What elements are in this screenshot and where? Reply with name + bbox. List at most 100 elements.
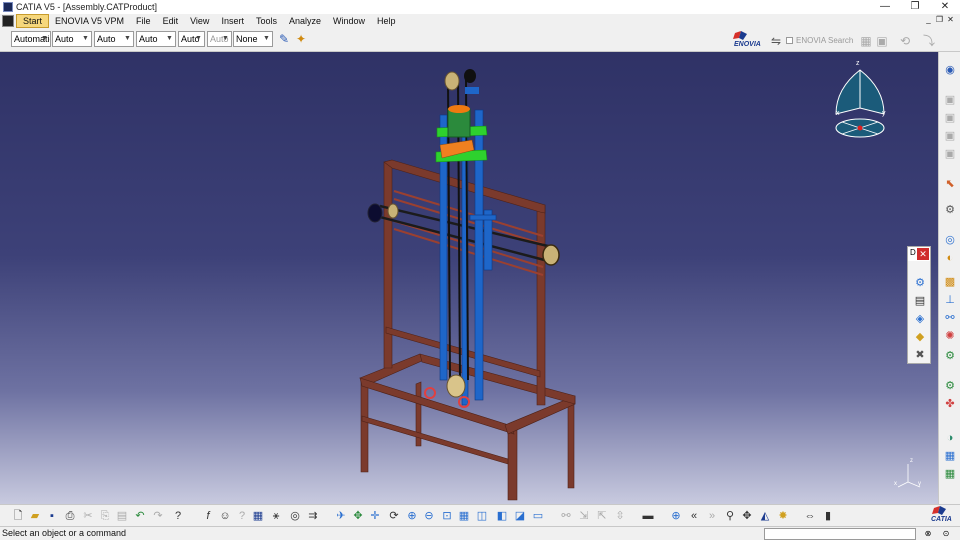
formula-icon[interactable]: f: [200, 508, 216, 524]
enovia-connect-icon[interactable]: ⇋: [768, 33, 784, 49]
line-type-combo[interactable]: Auto ▼: [136, 31, 176, 47]
new-product-icon[interactable]: ▣: [942, 110, 958, 126]
run-command-button[interactable]: ⊙: [940, 528, 952, 540]
print-icon[interactable]: ⎙: [62, 508, 78, 524]
snap-icon[interactable]: ▤: [912, 293, 928, 309]
doc-minimize-button[interactable]: _: [923, 14, 934, 26]
fix-icon[interactable]: ⚯: [942, 310, 958, 326]
doc-restore-button[interactable]: ❐: [934, 14, 945, 26]
knowledge-icon[interactable]: ?: [234, 508, 250, 524]
menu-start[interactable]: Start: [16, 14, 50, 28]
new-file-icon[interactable]: 🗋: [10, 508, 26, 524]
light-icon[interactable]: ✸: [775, 508, 791, 524]
analysis-icon[interactable]: ▦: [942, 448, 958, 464]
fix-together-icon[interactable]: ✺: [942, 328, 958, 344]
menu-edit[interactable]: Edit: [157, 14, 185, 28]
open-file-icon[interactable]: ▰: [27, 508, 43, 524]
enovia-help-icon[interactable]: ⤵: [921, 33, 937, 49]
shading-icon[interactable]: ◧: [494, 508, 510, 524]
measure-icon[interactable]: ▦: [942, 466, 958, 482]
compass[interactable]: z x y: [828, 60, 892, 146]
select-icon[interactable]: ⬉: [942, 176, 958, 192]
sweep-icon[interactable]: ◑: [942, 430, 958, 446]
menu-help[interactable]: Help: [371, 14, 402, 28]
format-painter-icon[interactable]: ✎: [276, 31, 292, 47]
close-button[interactable]: ✕: [930, 0, 960, 14]
rotate-icon[interactable]: ⟳: [386, 508, 402, 524]
measure-between-icon[interactable]: ⇲: [576, 508, 592, 524]
zoom-out-icon[interactable]: ⊖: [421, 508, 437, 524]
fit-all-icon[interactable]: ✥: [350, 508, 366, 524]
fly-mode-icon[interactable]: ✈: [333, 508, 349, 524]
enovia-explore-icon[interactable]: ▣: [874, 33, 890, 49]
coincidence-icon[interactable]: ◎: [942, 232, 958, 248]
cancel-command-button[interactable]: ⊗: [922, 528, 934, 540]
constraint-icon[interactable]: ✤: [942, 396, 958, 412]
paste-icon[interactable]: ▤: [114, 508, 130, 524]
target-icon[interactable]: ⊕: [668, 508, 684, 524]
existing-component-icon[interactable]: ▣: [942, 146, 958, 162]
next-icon[interactable]: »: [704, 508, 720, 524]
enovia-refresh-icon[interactable]: ⟲: [897, 33, 913, 49]
measure-item-icon[interactable]: ⇱: [594, 508, 610, 524]
previous-icon[interactable]: «: [686, 508, 702, 524]
zoom-in-icon[interactable]: ⊕: [404, 508, 420, 524]
copy-icon[interactable]: ⎘: [97, 508, 113, 524]
normal-view-icon[interactable]: ⊡: [439, 508, 455, 524]
measure-inertia-icon[interactable]: ⇳: [612, 508, 628, 524]
reuse-pattern-icon[interactable]: ⚙: [942, 348, 958, 364]
floating-toolbar-close-button[interactable]: ✕: [917, 248, 929, 260]
search-icon[interactable]: ⚲: [722, 508, 738, 524]
camera-icon[interactable]: ▬: [640, 508, 656, 524]
document-icon[interactable]: [2, 15, 14, 27]
floating-toolbar-title[interactable]: D ✕: [908, 247, 930, 261]
hide-show-icon[interactable]: ◪: [512, 508, 528, 524]
menu-analyze[interactable]: Analyze: [283, 14, 327, 28]
multi-view-icon[interactable]: ▦: [456, 508, 472, 524]
menu-window[interactable]: Window: [327, 14, 371, 28]
pan-icon[interactable]: ✛: [367, 508, 383, 524]
manipulation-icon[interactable]: ⚙: [912, 275, 928, 291]
manipulate-icon[interactable]: ⚙: [942, 202, 958, 218]
menu-tools[interactable]: Tools: [250, 14, 283, 28]
line-thickness-combo[interactable]: Auto ▼: [94, 31, 134, 47]
properties-wand-icon[interactable]: ✦: [293, 31, 309, 47]
save-management-icon[interactable]: ▮: [820, 508, 836, 524]
cut-icon[interactable]: ✂: [80, 508, 96, 524]
layer-combo[interactable]: None ▼: [233, 31, 273, 47]
contact-icon[interactable]: ◐: [942, 250, 958, 266]
transparency-combo[interactable]: Auto ▼: [52, 31, 92, 47]
link-icon[interactable]: ⚯: [558, 508, 574, 524]
new-part-icon[interactable]: ▣: [942, 128, 958, 144]
iso-view-icon[interactable]: ◫: [474, 508, 490, 524]
3d-viewport[interactable]: z x y z x y: [0, 52, 938, 504]
menu-view[interactable]: View: [184, 14, 215, 28]
scale-icon[interactable]: ⇔: [802, 508, 818, 524]
fill-color-combo[interactable]: Automatic ▼: [11, 31, 51, 47]
angle-icon[interactable]: ⊥: [942, 292, 958, 308]
save-icon[interactable]: ▪: [44, 508, 60, 524]
restore-button[interactable]: ❐: [900, 0, 930, 14]
explode-icon[interactable]: ◆: [912, 329, 928, 345]
enovia-save-icon[interactable]: ▦: [858, 33, 874, 49]
menu-enovia[interactable]: ENOVIA V5 VPM: [49, 14, 130, 28]
command-input[interactable]: [764, 528, 916, 540]
menu-file[interactable]: File: [130, 14, 157, 28]
enovia-search-label[interactable]: ENOVIA Search: [796, 36, 853, 45]
menu-insert[interactable]: Insert: [215, 14, 250, 28]
rendering-style-combo[interactable]: Auto ▼: [207, 31, 232, 47]
minimize-button[interactable]: —: [870, 0, 900, 14]
table-icon[interactable]: ▦: [250, 508, 266, 524]
point-symbol-combo[interactable]: Auto ▼: [178, 31, 205, 47]
update-icon[interactable]: ⚙: [942, 378, 958, 394]
doc-close-button[interactable]: ✕: [945, 14, 956, 26]
tools-icon[interactable]: ✖: [912, 347, 928, 363]
whats-this-icon[interactable]: ?: [170, 508, 186, 524]
undo-icon[interactable]: ↶: [132, 508, 148, 524]
comment-icon[interactable]: ☺: [217, 508, 233, 524]
enovia-search-checkbox[interactable]: [786, 37, 793, 44]
macro-icon[interactable]: ⇉: [305, 508, 321, 524]
render-icon[interactable]: ◭: [757, 508, 773, 524]
compass-tool-icon[interactable]: ◉: [942, 62, 958, 78]
offset-icon[interactable]: ▩: [942, 274, 958, 290]
